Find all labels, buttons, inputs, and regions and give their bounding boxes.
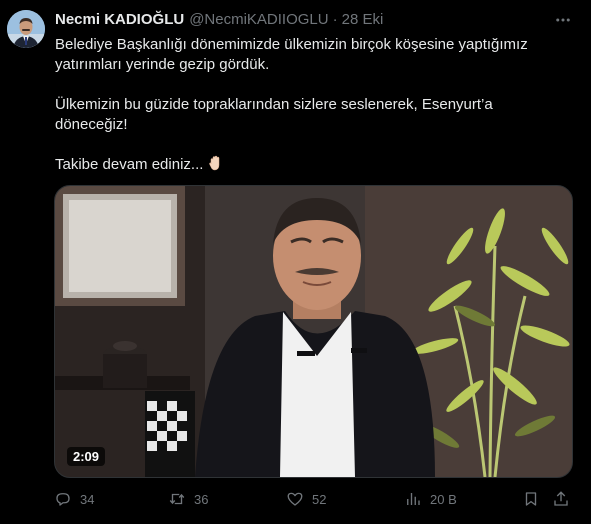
tweet-card[interactable]: Necmi KADIOĞLU @NecmiKADIIOGLU · 28 Eki … — [0, 0, 591, 524]
tweet-text-line: döneceğiz! — [55, 116, 128, 133]
raised-hand-icon — [209, 155, 220, 171]
tweet-timestamp[interactable]: 28 Eki — [342, 11, 384, 28]
header-separator: · — [332, 10, 338, 28]
avatar-image — [7, 10, 45, 48]
bookmark-icon — [525, 492, 537, 506]
tweet-text: Belediye Başkanlığı dönemimizde ülkemizi… — [55, 35, 575, 175]
reply-count: 34 — [80, 491, 95, 507]
video-player[interactable]: 2:09 — [54, 185, 573, 478]
like-count: 52 — [312, 491, 327, 507]
video-duration: 2:09 — [67, 447, 106, 466]
avatar[interactable] — [7, 10, 45, 48]
repost-icon — [169, 493, 185, 505]
views-button[interactable]: 20 B — [404, 488, 457, 510]
action-bar: 34 36 52 20 B — [50, 488, 580, 510]
bookmark-button[interactable] — [522, 488, 548, 510]
tweet-text-closing: Takibe devam ediniz... — [55, 155, 575, 175]
views-count: 20 B — [430, 491, 457, 507]
tweet-header: Necmi KADIOĞLU @NecmiKADIIOGLU · 28 Eki — [55, 10, 551, 28]
reply-icon — [56, 493, 70, 506]
views-icon — [407, 493, 420, 505]
repost-count: 36 — [194, 491, 209, 507]
share-icon — [554, 491, 568, 506]
like-button[interactable]: 52 — [286, 488, 326, 510]
tweet-text-line: Takibe devam ediniz... — [55, 156, 204, 173]
heart-icon — [287, 492, 303, 506]
tweet-text-line: Ülkemizin bu güzide topraklarından sizle… — [55, 96, 493, 113]
author-handle[interactable]: @NecmiKADIIOGLU — [189, 11, 328, 28]
reply-button[interactable]: 34 — [54, 488, 94, 510]
author-name[interactable]: Necmi KADIOĞLU — [55, 11, 184, 28]
share-button[interactable] — [552, 488, 578, 510]
tweet-text-line: yatırımları yerinde gezip gördük. — [55, 56, 270, 73]
more-button[interactable] — [553, 10, 573, 30]
video-frame — [55, 186, 572, 477]
tweet-text-line: Belediye Başkanlığı dönemimizde ülkemizi… — [55, 36, 528, 53]
more-icon — [556, 18, 570, 22]
repost-button[interactable]: 36 — [168, 488, 208, 510]
